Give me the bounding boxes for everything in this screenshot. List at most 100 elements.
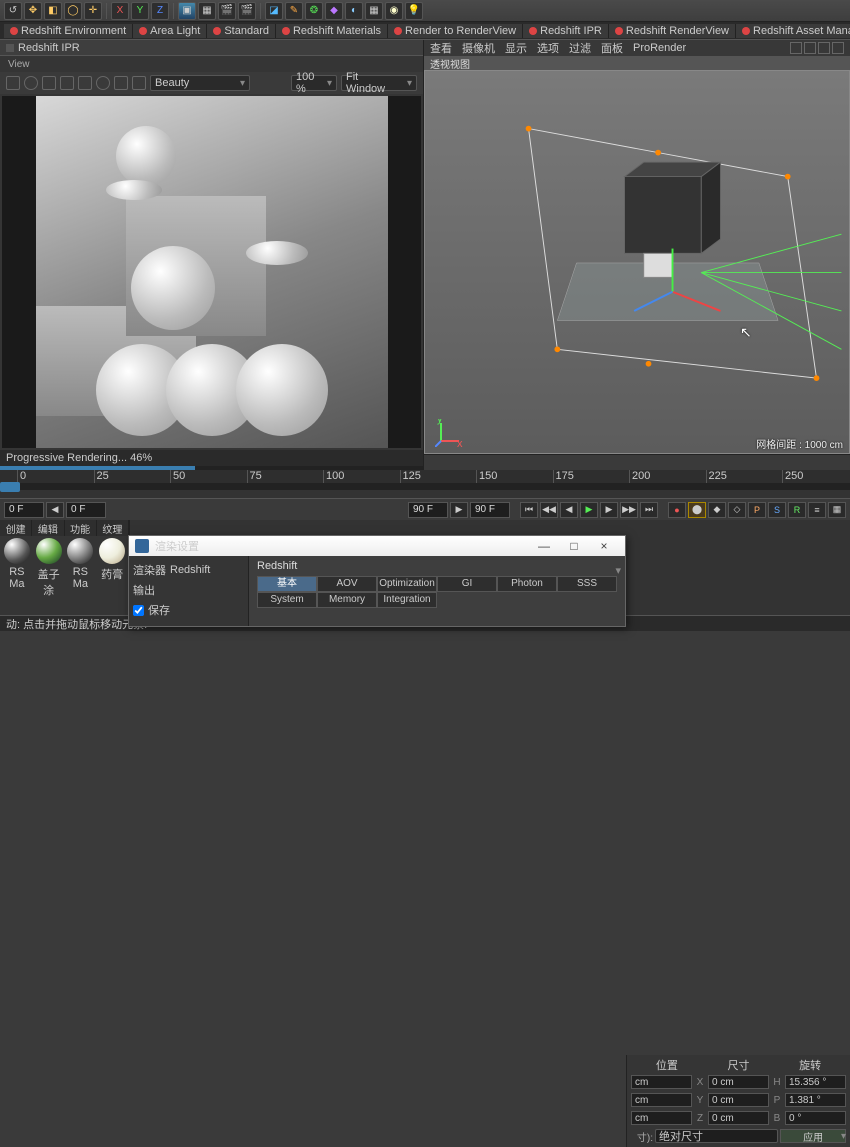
- tab-redshift-asset-manager[interactable]: Redshift Asset Manager: [736, 24, 850, 38]
- tool-move-icon[interactable]: ✥: [24, 2, 42, 20]
- render-region-icon[interactable]: ▦: [198, 2, 216, 20]
- pos-y-field[interactable]: cm: [631, 1093, 692, 1107]
- ipr-aov-select[interactable]: Beauty: [150, 75, 250, 91]
- rs-tab-sss[interactable]: SSS: [557, 576, 617, 592]
- prev-key-icon[interactable]: ◀◀: [540, 502, 558, 518]
- next-frame-icon[interactable]: ▶: [600, 502, 618, 518]
- tool-rotate-icon[interactable]: ◯: [64, 2, 82, 20]
- rs-tab-photon[interactable]: Photon: [497, 576, 557, 592]
- vp-menu-options[interactable]: 选项: [537, 40, 559, 56]
- bulb-icon[interactable]: 💡: [405, 2, 423, 20]
- rs-tab-aov[interactable]: AOV: [317, 576, 377, 592]
- renderer-select[interactable]: Redshift: [170, 564, 244, 576]
- key-opt1-icon[interactable]: ◆: [708, 502, 726, 518]
- rot-p-field[interactable]: 1.381 °: [785, 1093, 846, 1107]
- render-settings-window[interactable]: 渲染设置 — □ × 渲染器 Redshift 输出 保存 Redshift 基…: [128, 535, 626, 627]
- tab-render-to-renderview[interactable]: Render to RenderView: [388, 24, 523, 38]
- render-clap2-icon[interactable]: 🎬: [238, 2, 256, 20]
- material-0[interactable]: RS Ma: [2, 538, 32, 582]
- render-clap1-icon[interactable]: 🎬: [218, 2, 236, 20]
- record-icon[interactable]: ●: [668, 502, 686, 518]
- vp-menu-camera[interactable]: 摄像机: [462, 40, 495, 56]
- ipr-fit-select[interactable]: Fit Window: [341, 75, 417, 91]
- play-icon[interactable]: ▶: [580, 502, 598, 518]
- prim-generator-icon[interactable]: ❂: [305, 2, 323, 20]
- tool-scale-icon[interactable]: ◧: [44, 2, 62, 20]
- viewport-3d[interactable]: yx ↖ 网格间距 : 1000 cm: [424, 70, 850, 454]
- pos-z-field[interactable]: cm: [631, 1111, 692, 1125]
- goto-end-icon[interactable]: ⏭: [640, 502, 658, 518]
- prim-pen-icon[interactable]: ✎: [285, 2, 303, 20]
- ipr-menu-view[interactable]: View: [0, 56, 423, 72]
- tab-redshift-materials[interactable]: Redshift Materials: [276, 24, 388, 38]
- vp-menu-display[interactable]: 显示: [505, 40, 527, 56]
- tool-last-icon[interactable]: ✛: [84, 2, 102, 20]
- rs-save-checkbox[interactable]: [133, 605, 144, 616]
- mat-tab-create[interactable]: 创建: [0, 520, 32, 536]
- goto-start-icon[interactable]: ⏮: [520, 502, 538, 518]
- rs-tab-optimization[interactable]: Optimization: [377, 576, 437, 592]
- vp-menu-filter[interactable]: 过滤: [569, 40, 591, 56]
- axis-z-toggle[interactable]: Z: [151, 2, 169, 20]
- tab-redshift-renderview[interactable]: Redshift RenderView: [609, 24, 736, 38]
- vp-nav4-icon[interactable]: [832, 42, 844, 54]
- vp-menu-panel[interactable]: 面板: [601, 40, 623, 56]
- prim-cube-icon[interactable]: ◪: [265, 2, 283, 20]
- range-left-icon[interactable]: ◀: [46, 502, 64, 518]
- ipr-grid2-icon[interactable]: [78, 76, 92, 90]
- ipr-grid-icon[interactable]: [60, 76, 74, 90]
- size-x-field[interactable]: 0 cm: [708, 1075, 769, 1089]
- key-param-icon[interactable]: ≡: [808, 502, 826, 518]
- tab-redshift-ipr[interactable]: Redshift IPR: [523, 24, 609, 38]
- axis-y-toggle[interactable]: Y: [131, 2, 149, 20]
- ipr-zoom-field[interactable]: 100 %: [291, 75, 337, 91]
- material-2[interactable]: RS Ma: [66, 538, 96, 582]
- key-pos-icon[interactable]: P: [748, 502, 766, 518]
- rs-tab-gi[interactable]: GI: [437, 576, 497, 592]
- window-close-icon[interactable]: ×: [589, 537, 619, 555]
- rs-save-item[interactable]: 保存: [133, 600, 244, 620]
- key-rot-icon[interactable]: R: [788, 502, 806, 518]
- material-1[interactable]: 盖子涂: [34, 538, 64, 582]
- size-z-field[interactable]: 0 cm: [708, 1111, 769, 1125]
- vp-menu-view[interactable]: 查看: [430, 40, 452, 56]
- key-pla-icon[interactable]: ▦: [828, 502, 846, 518]
- render-icon[interactable]: ▣: [178, 2, 196, 20]
- rot-b-field[interactable]: 0 °: [785, 1111, 846, 1125]
- window-maximize-icon[interactable]: □: [559, 537, 589, 555]
- vp-nav3-icon[interactable]: [818, 42, 830, 54]
- axis-x-toggle[interactable]: X: [111, 2, 129, 20]
- rs-tab-basic[interactable]: 基本: [257, 576, 317, 592]
- tool-undo-icon[interactable]: ↺: [4, 2, 22, 20]
- next-key-icon[interactable]: ▶▶: [620, 502, 638, 518]
- ipr-select-icon[interactable]: [6, 76, 20, 90]
- rs-tab-system[interactable]: System: [257, 592, 317, 608]
- mat-tab-texture[interactable]: 纹理: [97, 520, 129, 536]
- ipr-render-view[interactable]: [2, 96, 421, 448]
- prim-deformer-icon[interactable]: ◆: [325, 2, 343, 20]
- range-right-icon[interactable]: ▶: [450, 502, 468, 518]
- mat-tab-edit[interactable]: 编辑: [32, 520, 64, 536]
- rs-output-item[interactable]: 输出: [133, 580, 244, 600]
- apply-button[interactable]: 应用: [780, 1129, 846, 1143]
- ipr-circle-icon[interactable]: [24, 76, 38, 90]
- size-y-field[interactable]: 0 cm: [708, 1093, 769, 1107]
- size-mode-select[interactable]: 绝对尺寸: [655, 1129, 778, 1143]
- material-3[interactable]: 药膏: [97, 538, 127, 582]
- frame-from-field[interactable]: 0 F: [66, 502, 106, 518]
- tab-redshift-environment[interactable]: Redshift Environment: [4, 24, 133, 38]
- prim-env-icon[interactable]: ◐: [345, 2, 363, 20]
- ipr-circle2-icon[interactable]: [96, 76, 110, 90]
- timeline-slider[interactable]: [0, 484, 850, 490]
- render-settings-titlebar[interactable]: 渲染设置 — □ ×: [129, 536, 625, 556]
- timeline-ruler[interactable]: 0 25 50 75 100 125 150 175 200 225 250: [0, 470, 850, 484]
- prim-light-icon[interactable]: ◉: [385, 2, 403, 20]
- rs-tab-integration[interactable]: Integration: [377, 592, 437, 608]
- frame-current-field[interactable]: 90 F: [470, 502, 510, 518]
- ipr-diamond-icon[interactable]: [114, 76, 128, 90]
- rot-h-field[interactable]: 15.356 °: [785, 1075, 846, 1089]
- frame-start-field[interactable]: 0 F: [4, 502, 44, 518]
- frame-to-field[interactable]: 90 F: [408, 502, 448, 518]
- ipr-snapshot-icon[interactable]: [42, 76, 56, 90]
- ipr-square-icon[interactable]: [132, 76, 146, 90]
